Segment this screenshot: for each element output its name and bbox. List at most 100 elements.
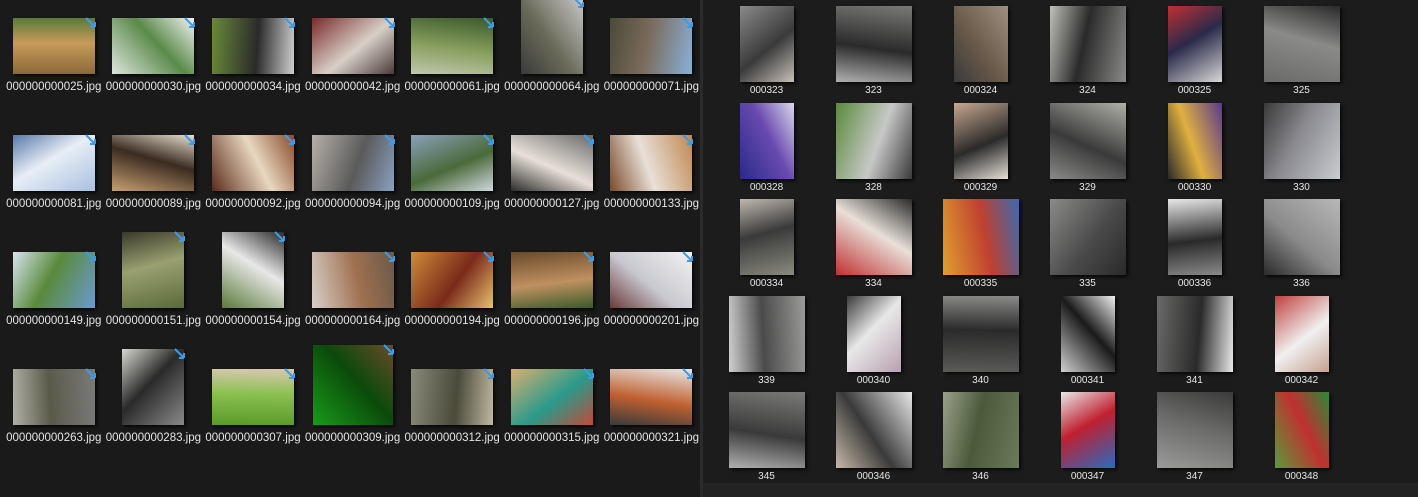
file-item[interactable]: 000329 [927,100,1034,197]
file-item[interactable]: 000000000109.jpg [402,117,502,234]
file-item[interactable]: 000000000092.jpg [203,117,303,234]
sync-status-icon [284,368,295,379]
file-item[interactable]: 000000000133.jpg [602,117,700,234]
file-item[interactable]: 000000000061.jpg [402,0,502,117]
file-name-label: 000000000061.jpg [404,81,500,93]
sync-status-icon [174,348,186,359]
thumbnail-image [1167,102,1222,179]
file-item[interactable]: 000335 [927,196,1034,293]
file-name-label: 000335 [963,278,998,289]
file-item[interactable]: 000000000089.jpg [104,117,204,234]
file-item[interactable]: 000348 [1248,389,1355,486]
sync-status-icon [483,17,495,28]
file-item[interactable]: 339 [713,293,820,390]
file-item[interactable]: 335 [1034,196,1141,293]
thumbnail-image [835,102,912,179]
file-item[interactable]: 000000000071.jpg [602,0,700,117]
file-name-label: 347 [1186,471,1203,482]
file-name-label: 330 [1293,181,1310,193]
file-item[interactable]: 000334 [713,196,820,293]
file-item[interactable]: 324 [1034,3,1141,100]
file-item[interactable]: 328 [820,100,927,197]
file-item[interactable]: 000000000154.jpg [203,231,303,351]
file-item[interactable]: 000346 [820,389,927,486]
file-item[interactable]: 000328 [713,100,820,197]
file-item[interactable]: 000000000196.jpg [502,234,602,351]
thumbnail-image [510,134,594,191]
file-item[interactable]: 000000000030.jpg [104,0,204,117]
file-item[interactable]: 330 [1248,100,1355,197]
file-item[interactable]: 000000000307.jpg [203,351,303,468]
file-item[interactable]: 000323 [713,3,820,100]
sync-status-icon [85,17,96,28]
file-name-label: 000000000089.jpg [105,198,202,210]
file-item[interactable]: 345 [713,389,820,486]
file-item[interactable]: 000000000263.jpg [4,351,104,468]
thumbnail-image [835,199,912,275]
file-item[interactable]: 000000000164.jpg [303,234,403,351]
file-item[interactable]: 000341 [1034,293,1141,390]
file-item[interactable]: 000324 [927,3,1034,100]
sync-status-icon [284,134,295,145]
file-item[interactable]: 000000000042.jpg [303,0,403,117]
file-item[interactable]: 000000000034.jpg [203,0,303,117]
file-name-label: 325 [1293,85,1310,96]
sync-status-icon [682,251,694,262]
file-name-label: 000000000109.jpg [404,198,500,210]
file-item[interactable]: 000000000321.jpg [602,351,700,468]
file-item[interactable]: 000000000064.jpg [502,0,602,117]
file-item[interactable]: 336 [1248,196,1355,293]
file-item[interactable]: 000000000312.jpg [402,351,502,468]
thumbnail-image [953,6,1008,82]
file-item[interactable]: 329 [1034,100,1141,197]
file-name-label: 000336 [1177,278,1212,289]
file-name-label: 329 [1079,181,1096,193]
thumbnail-image [1263,199,1340,275]
file-item[interactable]: 000000000127.jpg [502,117,602,234]
file-name-label: 000000000201.jpg [603,315,700,327]
file-name-label: 000324 [963,85,998,96]
file-name-label: 341 [1186,374,1203,386]
file-item[interactable]: 323 [820,3,927,100]
file-item[interactable]: 000000000151.jpg [104,231,204,351]
file-item[interactable]: 000330 [1141,100,1248,197]
thumbnail-image [312,344,394,425]
file-item[interactable]: 000000000315.jpg [502,351,602,468]
file-item[interactable]: 334 [820,196,927,293]
file-item[interactable]: 000000000094.jpg [303,117,403,234]
sync-status-icon [85,368,96,379]
file-item[interactable]: 340 [927,293,1034,390]
sync-status-icon [583,134,594,145]
file-item[interactable]: 000000000149.jpg [4,234,104,351]
sync-status-icon [383,17,395,28]
file-item[interactable]: 000342 [1248,293,1355,390]
sync-status-icon [85,134,96,145]
file-name-label: 000341 [1070,374,1105,386]
file-item[interactable]: 000336 [1141,196,1248,293]
sync-status-icon [583,368,594,379]
file-name-label: 000000000094.jpg [304,198,401,210]
file-item[interactable]: 325 [1248,3,1355,100]
file-item[interactable]: 000000000194.jpg [402,234,502,351]
file-item[interactable]: 347 [1141,389,1248,486]
thumbnail-image [311,251,395,308]
thumbnail-image [1263,102,1340,179]
thumbnail-image [1060,392,1115,468]
file-item[interactable]: 000000000283.jpg [104,348,204,468]
file-name-label: 000000000196.jpg [504,315,600,327]
thumbnail-image [1049,6,1126,82]
file-name-label: 000000000042.jpg [304,81,401,93]
file-item[interactable]: 000000000201.jpg [602,234,700,351]
thumbnail-image [510,368,594,425]
thumbnail-image [211,134,295,191]
file-item[interactable]: 000000000025.jpg [4,0,104,117]
file-item[interactable]: 000340 [820,293,927,390]
file-item[interactable]: 346 [927,389,1034,486]
thumbnail-image [1263,6,1340,82]
file-item[interactable]: 341 [1141,293,1248,390]
file-item[interactable]: 000000000309.jpg [303,344,403,468]
file-item[interactable]: 000325 [1141,3,1248,100]
file-name-label: 000328 [749,181,784,193]
file-item[interactable]: 000347 [1034,389,1141,486]
file-item[interactable]: 000000000081.jpg [4,117,104,234]
